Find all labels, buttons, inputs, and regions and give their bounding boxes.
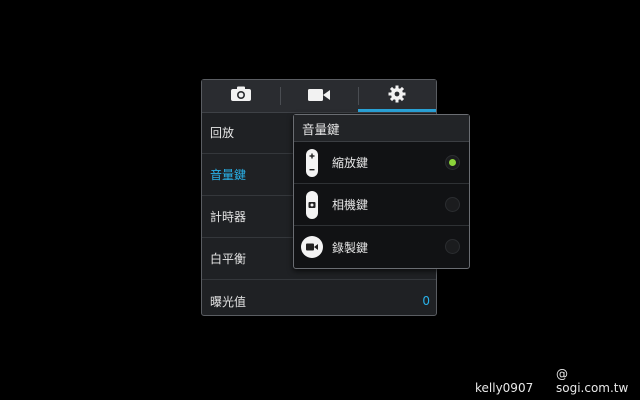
video-camera-icon: [307, 87, 331, 106]
radio-button-selected[interactable]: [445, 155, 460, 170]
record-key-icon: [296, 235, 328, 259]
setting-label: 計時器: [210, 210, 247, 224]
option-label: 縮放鍵: [332, 156, 369, 170]
option-label: 錄製鍵: [332, 240, 369, 255]
setting-label: 曝光值: [210, 294, 247, 309]
radio-button[interactable]: [445, 239, 460, 254]
option-record-key[interactable]: 錄製鍵: [294, 226, 469, 268]
popup-title: 音量鍵: [294, 115, 469, 142]
option-camera-key[interactable]: 相機鍵: [294, 184, 469, 226]
tab-video[interactable]: [280, 80, 358, 112]
gear-icon: [388, 85, 406, 107]
camera-key-icon: [296, 190, 328, 220]
watermark-site: @ sogi.com.tw: [556, 367, 629, 395]
setting-label: 音量鍵: [210, 168, 247, 182]
camera-icon: [230, 86, 252, 106]
option-label: 相機鍵: [332, 198, 369, 212]
setting-label: 回放: [210, 126, 235, 140]
setting-value: 0: [422, 294, 430, 308]
tab-camera[interactable]: [202, 80, 280, 112]
watermark-author: kelly0907: [475, 381, 534, 395]
setting-exposure[interactable]: 曝光值 0: [202, 280, 436, 322]
option-zoom-key[interactable]: 縮放鍵: [294, 142, 469, 184]
volume-key-popup: 音量鍵 縮放鍵 相機鍵 錄製鍵: [293, 114, 470, 269]
zoom-key-icon: [296, 148, 328, 178]
setting-label: 白平衡: [210, 252, 247, 266]
radio-button[interactable]: [445, 197, 460, 212]
tab-settings[interactable]: [358, 80, 436, 112]
mode-tabs: [202, 80, 436, 113]
